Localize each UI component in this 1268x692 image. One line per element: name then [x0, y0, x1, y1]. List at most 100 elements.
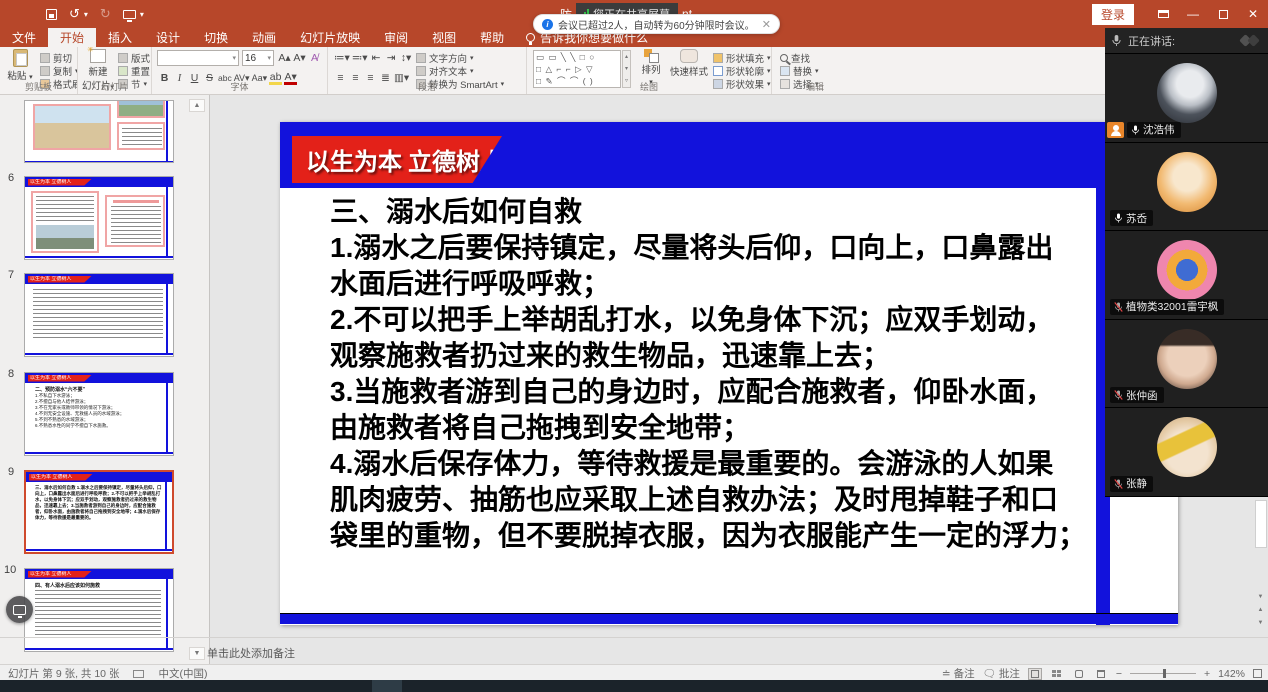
cut-button[interactable]: 剪切: [40, 51, 72, 65]
notes-divider[interactable]: [0, 637, 1268, 638]
group-label-clipboard: 剪贴板: [0, 80, 77, 93]
quick-styles-icon: [680, 49, 698, 63]
numbering-button[interactable]: ≕▾: [352, 51, 368, 65]
previous-slide-button[interactable]: ▲: [1255, 605, 1266, 616]
close-button[interactable]: ✕: [1238, 0, 1268, 28]
align-text-button[interactable]: 对齐文本▾: [416, 64, 474, 78]
font-size-combo[interactable]: 16▾: [242, 50, 274, 66]
line-spacing-button[interactable]: ↕▾: [400, 51, 413, 65]
bullets-button[interactable]: ≔▾: [334, 51, 350, 65]
thumb6-doc: [31, 191, 99, 253]
display-settings-icon[interactable]: [133, 670, 144, 678]
thumbnail-slide-6[interactable]: 以生为本 立德树人: [24, 176, 174, 260]
thumbnail-slide-9-selected[interactable]: 以生为本 立德树人 三、溺水后如何自救 1.溺水之后要保持镇定，尽量将头后仰，口…: [24, 470, 174, 554]
copy-button[interactable]: 复制▾: [40, 64, 78, 78]
decrease-indent-button[interactable]: ⇤: [370, 51, 383, 65]
slide-sorter-view-button[interactable]: [1050, 668, 1064, 680]
redo-icon[interactable]: ↻: [100, 6, 111, 22]
slide-footer-bar: [280, 613, 1178, 624]
scroll-down-icon[interactable]: ▼: [1255, 592, 1266, 603]
participant-name: 张仲函: [1126, 388, 1158, 403]
font-name-combo[interactable]: ▾: [157, 50, 239, 66]
zoom-out-button[interactable]: −: [1116, 668, 1122, 680]
windows-taskbar[interactable]: [0, 680, 1268, 692]
login-button[interactable]: 登录: [1092, 4, 1134, 25]
toast-close-icon[interactable]: ✕: [762, 18, 771, 31]
clear-formatting-button[interactable]: A̸: [308, 51, 321, 65]
increase-indent-button[interactable]: ⇥: [385, 51, 398, 65]
group-label-drawing: 绘图: [527, 80, 771, 93]
slide-line: 三、溺水后如何自救: [330, 194, 1096, 230]
thumbnail-slide-7[interactable]: 以生为本 立德树人: [24, 273, 174, 357]
zoom-slider[interactable]: [1130, 673, 1196, 674]
pane-scroll-up-icon[interactable]: ▲: [189, 99, 205, 112]
participant-tile-4[interactable]: 张仲函: [1105, 320, 1268, 409]
notes-placeholder[interactable]: 单击此处添加备注: [207, 645, 295, 661]
zoom-in-button[interactable]: +: [1204, 668, 1210, 680]
pane-scroll-down-icon[interactable]: ▼: [189, 647, 205, 660]
start-slideshow-icon[interactable]: [123, 10, 136, 19]
text-direction-button[interactable]: 文字方向▾: [416, 51, 474, 65]
mic-muted-icon: [1114, 301, 1123, 313]
group-paragraph: ≔▾ ≕▾ ⇤ ⇥ ↕▾ ≡ ≡ ≡ ≣ ▥▾ 文字方向▾ 对齐文本▾ 转换为 …: [328, 47, 527, 94]
comments-toggle-button[interactable]: 🗨 批注: [983, 666, 1020, 681]
slide-number-8: 8: [8, 368, 14, 380]
qat-customize-icon[interactable]: ▾: [140, 10, 144, 19]
shrink-font-button[interactable]: A▾: [293, 51, 306, 65]
slide-line: 由施救者将自己拖拽到安全地带；: [330, 410, 1096, 446]
paste-button[interactable]: 粘贴 ▾: [2, 49, 38, 82]
fit-to-window-icon[interactable]: [1253, 669, 1262, 678]
tab-slideshow[interactable]: 幻灯片放映: [288, 28, 372, 47]
zoom-level[interactable]: 142%: [1218, 668, 1245, 680]
slideshow-view-button[interactable]: [1094, 668, 1108, 680]
reading-view-button[interactable]: [1072, 668, 1086, 680]
slide-canvas[interactable]: 以生为本 立德树人 三、溺水后如何自救 1.溺水之后要保持镇定，尽量将头后仰，口…: [280, 122, 1178, 625]
grow-font-button[interactable]: A▴: [278, 51, 291, 65]
participant-tile-1[interactable]: 沈浩伟: [1105, 54, 1268, 143]
participant-tile-2[interactable]: 苏岙: [1105, 143, 1268, 232]
tab-insert[interactable]: 插入: [96, 28, 144, 47]
tab-view[interactable]: 视图: [420, 28, 468, 47]
ribbon: 粘贴 ▾ 剪切 复制▾ 格式刷 剪贴板 新建 幻灯片▾ 版式▾ 重置 节▾ 幻灯…: [0, 47, 1268, 95]
group-label-slides: 幻灯片: [78, 80, 151, 93]
reset-button[interactable]: 重置: [118, 64, 150, 78]
save-icon[interactable]: [46, 9, 57, 20]
minimize-button[interactable]: —: [1178, 0, 1208, 28]
thumbnail-slide-5[interactable]: [24, 100, 174, 163]
thumbnail-slide-8[interactable]: 以生为本 立德树人 二、预防溺水“六不要” 1.不私自下水游泳； 2.不擅自与他…: [24, 372, 174, 456]
quick-styles-button[interactable]: 快速样式: [667, 49, 711, 78]
notes-toggle-button[interactable]: ≐ 备注: [942, 666, 975, 681]
canvas-scrollbar[interactable]: [1255, 500, 1267, 548]
ribbon-display-options-button[interactable]: [1148, 0, 1178, 28]
tab-help[interactable]: 帮助: [468, 28, 516, 47]
participant-name: 苏岙: [1126, 211, 1147, 226]
speaking-label: 正在讲话:: [1128, 33, 1175, 49]
tab-design[interactable]: 设计: [144, 28, 192, 47]
find-button[interactable]: 查找: [780, 51, 810, 65]
tab-animations[interactable]: 动画: [240, 28, 288, 47]
shape-outline-button[interactable]: 形状轮廓▾: [713, 64, 771, 78]
replace-button[interactable]: 替换▾: [780, 64, 819, 78]
participant-tile-3[interactable]: 植物类32001雷宇枫: [1105, 231, 1268, 320]
tab-home[interactable]: 开始: [48, 28, 96, 47]
participant-name-chip: 沈浩伟: [1127, 122, 1181, 138]
thumbnail-slide-10[interactable]: 以生为本 立德树人 四、有人溺水后应该如何施救: [24, 568, 174, 652]
meeting-floatball[interactable]: [6, 596, 33, 623]
layout-button[interactable]: 版式▾: [118, 51, 152, 65]
undo-icon[interactable]: ↺: [69, 6, 80, 22]
next-slide-button[interactable]: ▼: [1255, 618, 1266, 629]
tab-file[interactable]: 文件: [0, 28, 48, 47]
zoom-slider-thumb[interactable]: [1163, 669, 1166, 678]
participant-tile-5[interactable]: 张静: [1105, 408, 1268, 497]
tab-review[interactable]: 审阅: [372, 28, 420, 47]
language-indicator[interactable]: 中文(中国): [158, 666, 207, 681]
restore-button[interactable]: [1208, 0, 1238, 28]
group-clipboard: 粘贴 ▾ 剪切 复制▾ 格式刷 剪贴板: [0, 47, 78, 94]
normal-view-button[interactable]: [1028, 668, 1042, 680]
undo-dropdown-icon[interactable]: ▾: [84, 10, 88, 19]
window-controls: 登录 — ✕: [1092, 0, 1268, 28]
tab-transitions[interactable]: 切换: [192, 28, 240, 47]
shape-fill-button[interactable]: 形状填充▾: [713, 51, 771, 65]
taskbar-app-segment[interactable]: [372, 680, 402, 692]
slide-body-text[interactable]: 三、溺水后如何自救 1.溺水之后要保持镇定，尽量将头后仰，口向上，口鼻露出 水面…: [330, 194, 1096, 554]
